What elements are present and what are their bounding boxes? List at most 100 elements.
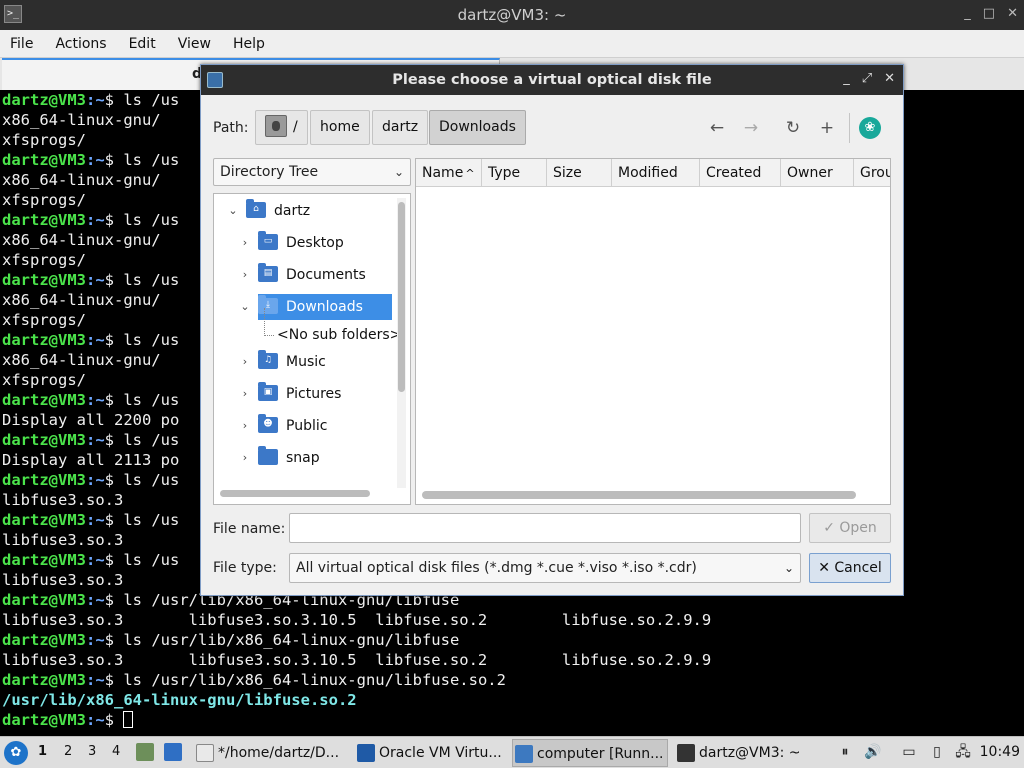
breadcrumb-root[interactable]: / (255, 110, 308, 145)
clipboard-icon[interactable]: ▯ (928, 743, 946, 761)
terminal-line: xfsprogs/ (2, 310, 86, 330)
chevron-down-icon[interactable]: ⌄ (226, 198, 240, 224)
menu-help[interactable]: Help (233, 36, 277, 52)
tree-item-downloads[interactable]: ⌄ ⤓ Downloads (240, 294, 392, 320)
workspace-4[interactable]: 4 (112, 744, 120, 759)
menu-view[interactable]: View (178, 36, 223, 52)
terminal-line: libfuse3.so.3 (2, 530, 123, 550)
breadcrumb-downloads[interactable]: Downloads (429, 110, 526, 145)
chevron-right-icon[interactable]: › (238, 413, 252, 439)
terminal-output-text: xfsprogs/ (2, 191, 86, 209)
file-type-select[interactable]: All virtual optical disk files (*.dmg *.… (289, 553, 801, 583)
folder-icon: ⌂ (246, 199, 266, 218)
chevron-down-icon: ⌄ (393, 165, 404, 179)
tree-item-label: Public (286, 418, 328, 434)
tree-item-desktop[interactable]: › ▭ Desktop (243, 230, 344, 256)
optical-disk-file-dialog: Please choose a virtual optical disk fil… (200, 64, 904, 596)
terminal-line: x86_64-linux-gnu/ (2, 230, 161, 250)
tree-item-snap[interactable]: › snap (243, 445, 320, 471)
column-type[interactable]: Type (482, 159, 547, 187)
terminal-menubar: File Actions Edit View Help (0, 30, 1024, 58)
column-created[interactable]: Created (700, 159, 781, 187)
maximize-icon[interactable]: □ (983, 6, 995, 21)
workspace-1[interactable]: 1 (38, 744, 47, 759)
column-size[interactable]: Size (547, 159, 612, 187)
tree-item-dartz[interactable]: ⌄ ⌂ dartz (228, 198, 310, 224)
file-manager-icon[interactable] (136, 743, 154, 761)
start-menu-icon[interactable]: ✿ (4, 741, 28, 765)
tree-vertical-scrollbar[interactable] (397, 198, 406, 488)
chevron-right-icon[interactable]: › (238, 381, 252, 407)
terminal-prompt: dartz@VM3 (2, 391, 86, 409)
terminal-cursor[interactable] (123, 711, 134, 728)
new-folder-icon[interactable]: + (817, 118, 837, 138)
volume-icon[interactable]: 🔊 (864, 743, 882, 761)
terminal-line: x86_64-linux-gnu/ (2, 350, 161, 370)
workspace-2[interactable]: 2 (64, 744, 72, 759)
show-desktop-icon[interactable] (164, 743, 182, 761)
dialog-titlebar[interactable]: Please choose a virtual optical disk fil… (201, 65, 903, 95)
tree-item-documents[interactable]: › ▤ Documents (243, 262, 366, 288)
tree-item-public[interactable]: › ☻ Public (243, 413, 328, 439)
toolbar-separator (849, 113, 850, 143)
breadcrumb-dartz[interactable]: dartz (372, 110, 429, 145)
taskbar: ✿ 1 2 3 4 */home/dartz/D... Oracle VM Vi… (0, 736, 1024, 768)
terminal-line: Display all 2200 po (2, 410, 179, 430)
column-modified[interactable]: Modified (612, 159, 700, 187)
task-terminal[interactable]: dartz@VM3: ~ (675, 739, 805, 767)
cancel-button[interactable]: ✕ Cancel (809, 553, 891, 583)
terminal-command: $ ls /us (104, 331, 180, 349)
menu-actions[interactable]: Actions (55, 36, 118, 52)
workspace-3[interactable]: 3 (88, 744, 96, 759)
terminal-line: libfuse3.so.3 libfuse3.so.3.10.5 libfuse… (2, 610, 711, 630)
dialog-close-icon[interactable]: ✕ (884, 71, 895, 86)
tree-item-no-sub-folders[interactable]: <No sub folders> (277, 322, 401, 348)
clock: 10:49 (979, 744, 1020, 760)
task-vm-computer[interactable]: computer [Runn... (512, 739, 668, 767)
terminal-line: dartz@VM3:~$ ls /us (2, 510, 179, 530)
open-button[interactable]: ✓ Open (809, 513, 891, 543)
menu-edit[interactable]: Edit (129, 36, 168, 52)
task-virtualbox[interactable]: Oracle VM Virtu... (355, 739, 507, 767)
column-name[interactable]: Name ^ (416, 159, 482, 187)
terminal-line: dartz@VM3:~$ ls /us (2, 330, 179, 350)
terminal-path: :~ (86, 471, 105, 489)
menu-file[interactable]: File (10, 36, 45, 52)
chevron-right-icon[interactable]: › (238, 445, 252, 471)
chevron-right-icon[interactable]: › (238, 230, 252, 256)
tree-guide-line (264, 308, 274, 336)
minimize-icon[interactable]: _ (964, 6, 971, 21)
tree-horizontal-scrollbar[interactable] (218, 488, 394, 498)
tree-item-pictures[interactable]: › ▣ Pictures (243, 381, 341, 407)
back-arrow-icon[interactable]: ← (707, 118, 727, 138)
media-pause-icon[interactable]: ⏸ (836, 743, 854, 761)
directory-tree-combo[interactable]: Directory Tree ⌄ (213, 158, 411, 186)
terminal-output-text: xfsprogs/ (2, 311, 86, 329)
chevron-right-icon[interactable]: › (238, 349, 252, 375)
virtualbox-logo-icon[interactable]: ❀ (859, 117, 881, 139)
dialog-minimize-icon[interactable]: _ (843, 71, 850, 86)
close-icon[interactable]: ✕ (1007, 6, 1018, 21)
terminal-output-text: x86_64-linux-gnu/ (2, 111, 161, 129)
terminal-command: $ ls /us (104, 391, 180, 409)
file-list-horizontal-scrollbar[interactable] (422, 491, 856, 499)
chevron-right-icon[interactable]: › (238, 262, 252, 288)
chevron-down-icon: ⌄ (783, 561, 794, 575)
text-editor-icon (196, 744, 214, 762)
chevron-down-icon[interactable]: ⌄ (238, 294, 252, 320)
column-owner[interactable]: Owner (781, 159, 854, 187)
task-text-editor[interactable]: */home/dartz/D... (194, 739, 346, 767)
display-icon[interactable]: ▭ (900, 743, 918, 761)
file-name-input[interactable] (289, 513, 801, 543)
file-list[interactable]: Name ^ Type Size Modified Created Owner G… (415, 158, 891, 505)
tree-item-label: Desktop (286, 235, 344, 251)
tree-item-music[interactable]: › ♫ Music (243, 349, 326, 375)
terminal-titlebar[interactable]: >_ dartz@VM3: ~ _ □ ✕ (0, 0, 1024, 30)
forward-arrow-icon[interactable]: → (741, 118, 761, 138)
network-icon[interactable]: 🖧 (954, 743, 972, 761)
terminal-output-text: xfsprogs/ (2, 371, 86, 389)
column-group[interactable]: Grou (854, 159, 890, 187)
dialog-maximize-icon[interactable]: ⤢ (862, 71, 872, 86)
breadcrumb-home[interactable]: home (310, 110, 370, 145)
refresh-icon[interactable]: ↻ (783, 118, 803, 138)
